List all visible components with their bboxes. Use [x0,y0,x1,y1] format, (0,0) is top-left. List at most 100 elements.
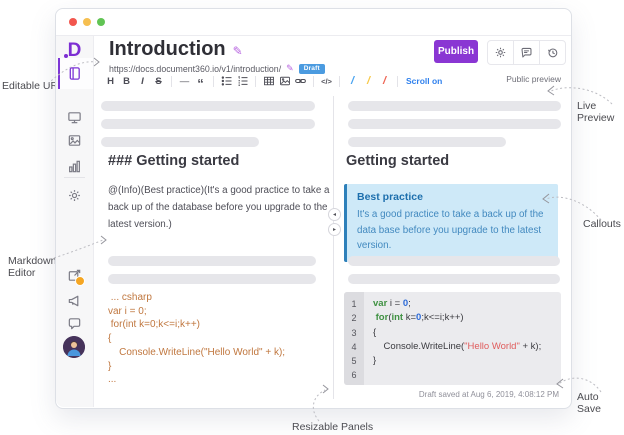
placeholder-bar [348,137,506,147]
documentation-icon [67,66,82,81]
annotation-live-preview: Live Preview [577,100,615,124]
sidebar: D [56,36,94,407]
line-number: 4 [351,341,357,352]
sidebar-item-settings[interactable] [56,184,93,206]
best-practice-callout: Best practice It's a good practice to ta… [344,184,558,262]
maximize-window-button[interactable] [97,18,105,26]
notification-badge [75,275,85,286]
sidebar-item-analytics[interactable] [56,155,93,177]
user-avatar[interactable] [63,336,85,358]
red-pen-button[interactable]: / [378,74,391,88]
placeholder-bar [348,119,561,129]
horizontal-rule-button[interactable]: — [178,74,191,88]
editor-heading: ### Getting started [108,153,240,169]
markdown-editor-pane[interactable]: ### Getting started @(Info)(Best practic… [94,96,334,399]
insert-image-button[interactable] [278,74,291,88]
close-window-button[interactable] [69,18,77,26]
code-line: } [373,355,377,367]
toolbar-separator [397,75,398,87]
sidebar-item-feedback[interactable] [56,312,93,334]
gear-icon [495,47,506,58]
code-line: } [108,360,112,372]
code-line: Console.WriteLine("Hello World" + k); [373,340,542,352]
collapse-right-button[interactable]: ▸ [328,223,341,236]
insert-link-button[interactable] [294,74,307,88]
header-icon-group [487,40,566,65]
toolbar-separator [213,75,214,87]
sidebar-item-open-site[interactable] [56,264,93,286]
bold-button[interactable]: B [120,74,133,88]
annotation-callouts: Callouts [583,218,621,230]
main-area: Introduction ✎ https://docs.document360.i… [94,36,571,407]
sidebar-divider [64,177,85,178]
heading-button[interactable]: H [104,74,117,88]
code-line: { [373,326,377,338]
link-icon [295,79,306,83]
edit-title-pencil-icon[interactable]: ✎ [233,44,243,58]
unordered-list-button[interactable] [220,74,233,88]
placeholder-bar [348,256,560,266]
italic-button[interactable]: I [136,74,149,88]
sidebar-item-media[interactable] [56,129,93,151]
page-title: Introduction ✎ [109,38,243,61]
history-clock-icon [548,48,558,58]
collapse-left-button[interactable]: ◂ [328,208,341,221]
history-button[interactable] [539,41,565,64]
editor-preview-panes: ### Getting started @(Info)(Best practic… [94,96,571,399]
placeholder-bar [348,101,561,111]
table-icon [263,76,274,86]
annotation-resizable-panels: Resizable Panels [292,421,374,433]
megaphone-icon [67,293,82,308]
window-titlebar [56,9,571,36]
ordered-list-button[interactable] [236,74,249,88]
strikethrough-button[interactable]: S [152,74,165,88]
scroll-on-toggle[interactable]: Scroll on [406,76,442,86]
bar-chart-icon [67,159,82,174]
image-icon [67,133,82,148]
code-line: for(int k=0;k<=i;k++) [375,312,464,324]
sidebar-item-documentation[interactable] [56,62,93,84]
blue-pen-button[interactable]: / [346,74,359,88]
line-number: 1 [351,299,357,309]
draft-status-badge: Draft [298,63,325,74]
image-icon [279,76,290,86]
code-line: var i = 0; [373,298,411,309]
publish-button[interactable]: Publish [434,40,478,63]
insert-table-button[interactable] [262,74,275,88]
minimize-window-button[interactable] [83,18,91,26]
desktop-icon [67,110,82,125]
blockquote-button[interactable]: “ [194,71,207,91]
callout-body: It's a good practice to take a back up o… [357,209,544,251]
comments-button[interactable] [513,41,539,64]
placeholder-bar [101,119,315,129]
placeholder-bar [108,274,316,284]
gear-icon [67,188,82,203]
editor-code-block: ... csharp var i = 0; for(int k=0;k<=i;k+… [108,291,285,387]
code-block-button[interactable]: </> [320,74,333,88]
code-line: var i = 0; [108,305,147,317]
sidebar-item-desktop[interactable] [56,106,93,128]
line-number: 6 [351,370,357,381]
code-line-numbers: 1 2 3 4 5 6 [344,292,364,385]
feedback-bubble-icon [67,316,82,331]
placeholder-bar [348,274,560,284]
formatting-toolbar: H B I S — “ </> / / / Scroll on [104,71,442,91]
sidebar-item-announcements[interactable] [56,289,93,311]
preview-code-block: 1 2 3 4 5 6 var i = 0; for(int k=0;k<=i;k++) {… [344,292,561,385]
settings-button[interactable] [488,41,513,64]
yellow-pen-button[interactable]: / [362,74,375,88]
comment-icon [521,47,532,58]
code-line: ... [108,374,117,386]
page-title-text: Introduction [109,38,226,60]
toolbar-separator [313,75,314,87]
app-window: D Introduction ✎ https://docs.document36… [55,8,572,409]
editor-callout-markdown: @(Info)(Best practice)(It's a good pract… [108,185,330,230]
public-preview-label[interactable]: Public preview [506,74,561,84]
placeholder-bar [108,256,316,266]
preview-heading: Getting started [346,153,450,169]
line-number: 2 [351,313,357,324]
bullet-list-icon [221,76,231,86]
annotation-auto-save: Auto Save [577,391,601,415]
code-line: Console.WriteLine("Hello World" + k); [108,346,286,358]
